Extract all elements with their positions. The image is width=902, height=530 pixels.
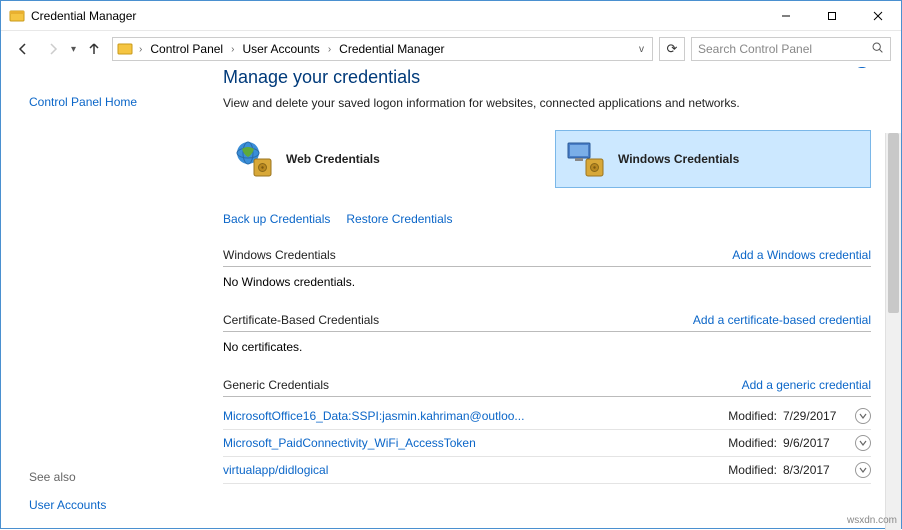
modified-date: 7/29/2017 [783, 409, 847, 423]
credential-name: virtualapp/didlogical [223, 463, 728, 477]
vertical-scrollbar[interactable] [885, 133, 901, 530]
credential-tiles: Web Credentials Windows Credentials [223, 130, 871, 188]
scroll-thumb[interactable] [888, 133, 899, 313]
address-bar[interactable]: › Control Panel › User Accounts › Creden… [112, 37, 653, 61]
control-panel-home-link[interactable]: Control Panel Home [29, 95, 191, 109]
app-icon [9, 8, 25, 24]
chevron-down-icon[interactable] [855, 435, 871, 451]
modified-label: Modified: [728, 463, 777, 477]
web-credentials-label: Web Credentials [286, 152, 380, 166]
path-sep-icon: › [229, 44, 236, 55]
page-subtitle: View and delete your saved logon informa… [223, 96, 871, 110]
main-content: ? Manage your credentials View and delet… [211, 67, 901, 530]
add-certificate-credential-link[interactable]: Add a certificate-based credential [693, 313, 871, 327]
help-row: ? [853, 67, 895, 73]
modified-date: 9/6/2017 [783, 436, 847, 450]
breadcrumb-control-panel[interactable]: Control Panel [148, 42, 225, 56]
path-icon [117, 41, 133, 57]
path-sep-icon: › [137, 44, 144, 55]
backup-credentials-link[interactable]: Back up Credentials [223, 212, 330, 226]
maximize-button[interactable] [809, 1, 855, 31]
cert-empty-text: No certificates. [223, 338, 871, 356]
windows-empty-text: No Windows credentials. [223, 273, 871, 291]
see-also-label: See also [29, 470, 191, 484]
windows-credentials-label: Windows Credentials [618, 152, 739, 166]
modified-label: Modified: [728, 409, 777, 423]
help-icon[interactable]: ? [853, 67, 871, 68]
refresh-button[interactable]: ⟳ [659, 37, 685, 61]
modified-date: 8/3/2017 [783, 463, 847, 477]
window-title: Credential Manager [31, 9, 763, 23]
modified-label: Modified: [728, 436, 777, 450]
up-button[interactable] [82, 37, 106, 61]
titlebar: Credential Manager [1, 1, 901, 31]
section-title: Certificate-Based Credentials [223, 313, 379, 327]
credential-row[interactable]: virtualapp/didlogical Modified: 8/3/2017 [223, 457, 871, 484]
back-button[interactable] [11, 37, 35, 61]
windows-credentials-tile[interactable]: Windows Credentials [555, 130, 871, 188]
minimize-button[interactable] [763, 1, 809, 31]
close-button[interactable] [855, 1, 901, 31]
section-title: Generic Credentials [223, 378, 329, 392]
credential-row[interactable]: MicrosoftOffice16_Data:SSPI:jasmin.kahri… [223, 403, 871, 430]
credential-actions: Back up Credentials Restore Credentials [223, 212, 871, 226]
user-accounts-link[interactable]: User Accounts [29, 498, 191, 512]
credential-row[interactable]: Microsoft_PaidConnectivity_WiFi_AccessTo… [223, 430, 871, 457]
generic-credentials-section: Generic Credentials Add a generic creden… [223, 378, 871, 484]
section-title: Windows Credentials [223, 248, 336, 262]
recent-locations-button[interactable]: ▾ [71, 44, 76, 55]
chevron-down-icon[interactable] [855, 462, 871, 478]
windows-credentials-section: Windows Credentials Add a Windows creden… [223, 248, 871, 291]
breadcrumb-credential-manager[interactable]: Credential Manager [337, 42, 446, 56]
add-windows-credential-link[interactable]: Add a Windows credential [732, 248, 871, 262]
chevron-down-icon[interactable] [855, 408, 871, 424]
watermark: wsxdn.com [847, 515, 897, 526]
search-input[interactable]: Search Control Panel [691, 37, 891, 61]
address-dropdown-icon[interactable]: v [635, 44, 648, 55]
page-title: Manage your credentials [223, 67, 871, 88]
breadcrumb-user-accounts[interactable]: User Accounts [240, 42, 321, 56]
window-controls [763, 1, 901, 31]
add-generic-credential-link[interactable]: Add a generic credential [742, 378, 871, 392]
search-placeholder: Search Control Panel [698, 42, 812, 56]
credential-name: MicrosoftOffice16_Data:SSPI:jasmin.kahri… [223, 409, 728, 423]
certificate-credentials-section: Certificate-Based Credentials Add a cert… [223, 313, 871, 356]
search-icon [871, 41, 884, 57]
path-sep-icon: › [326, 44, 333, 55]
restore-credentials-link[interactable]: Restore Credentials [346, 212, 452, 226]
credential-name: Microsoft_PaidConnectivity_WiFi_AccessTo… [223, 436, 728, 450]
body: Control Panel Home See also User Account… [1, 67, 901, 530]
web-credentials-tile[interactable]: Web Credentials [223, 130, 539, 188]
globe-safe-icon [234, 139, 274, 179]
monitor-safe-icon [566, 139, 606, 179]
navbar: ▾ › Control Panel › User Accounts › Cred… [1, 31, 901, 67]
forward-button[interactable] [41, 37, 65, 61]
sidebar: Control Panel Home See also User Account… [1, 67, 211, 530]
